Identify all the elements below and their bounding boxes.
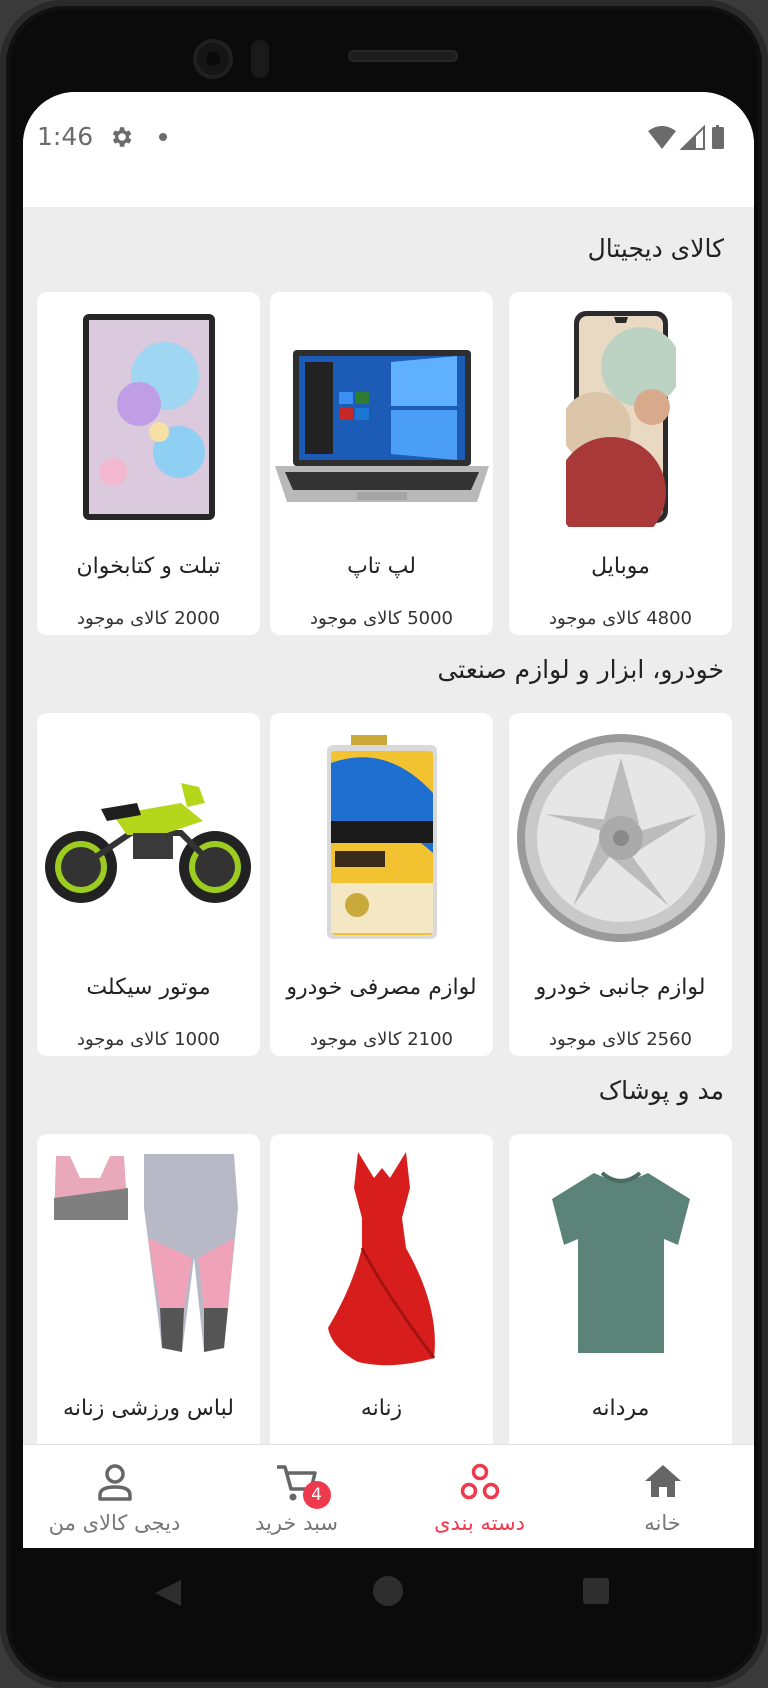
categories-icon (460, 1463, 499, 1500)
category-count: 2100 کالای موجود (309, 1029, 454, 1050)
profile-icon (97, 1464, 132, 1501)
category-card-women-sportswear[interactable]: لباس ورزشی زنانه (37, 1134, 260, 1477)
status-time: 1:46 (37, 122, 94, 151)
category-card-car-consumables[interactable]: لوازم مصرفی خودرو 2100 کالای موجود (270, 713, 493, 1056)
nav-profile-label: دیجی کالای من (48, 1511, 181, 1535)
category-count: 1000 کالای موجود (76, 1029, 221, 1050)
men-tshirt-image (509, 1144, 732, 1374)
nav-cart[interactable]: 4 سبد خرید (205, 1445, 388, 1548)
sportswear-image (37, 1144, 260, 1374)
category-name: لباس ورزشی زنانه (63, 1396, 234, 1421)
wheel-image (509, 723, 732, 953)
category-name: موبایل (591, 554, 650, 579)
home-circle-icon[interactable] (373, 1576, 403, 1606)
mobile-image (509, 302, 732, 532)
category-card-women[interactable]: زنانه (270, 1134, 493, 1477)
category-name: موتور سیکلت (86, 975, 211, 1000)
category-card-mobile[interactable]: موبایل 4800 کالای موجود (509, 292, 732, 635)
category-card-car-accessories[interactable]: لوازم جانبی خودرو 2560 کالای موجود (509, 713, 732, 1056)
category-card-laptop[interactable]: لپ تاپ 5000 کالای موجود (270, 292, 493, 635)
front-camera (193, 39, 233, 79)
app-screen: 1:46 کالای دیجیتال موبایل 4800 کالای موج… (23, 92, 754, 1548)
women-dress-image (270, 1144, 493, 1374)
category-count: 4800 کالای موجود (548, 608, 693, 629)
nav-profile[interactable]: دیجی کالای من (23, 1445, 206, 1548)
category-name: تبلت و کتابخوان (76, 554, 221, 579)
nav-categories[interactable]: دسته بندی (388, 1445, 571, 1548)
category-card-motorcycle[interactable]: موتور سیکلت 1000 کالای موجود (37, 713, 260, 1056)
laptop-image (270, 302, 493, 532)
nav-cart-label: سبد خرید (254, 1511, 339, 1535)
bottom-navigation: خانه دسته بندی 4 سبد خرید دیجی کالای من (23, 1444, 754, 1548)
category-card-tablet[interactable]: تبلت و کتابخوان 2000 کالای موجود (37, 292, 260, 635)
section-title-digital: کالای دیجیتال (587, 234, 724, 263)
category-count: 2560 کالای موجود (548, 1029, 693, 1050)
motor-oil-image (270, 723, 493, 953)
category-name: لوازم مصرفی خودرو (286, 975, 477, 1000)
earpiece-speaker (348, 50, 458, 62)
system-navigation-bar (23, 1548, 754, 1638)
category-name: لپ تاپ (347, 554, 416, 579)
home-icon (644, 1465, 681, 1497)
notification-dot-icon (159, 133, 167, 141)
section-title-automotive: خودرو، ابزار و لوازم صنعتی (437, 655, 724, 684)
battery-icon (712, 125, 724, 149)
signal-icon (679, 124, 705, 150)
phone-frame: 1:46 کالای دیجیتال موبایل 4800 کالای موج… (0, 0, 768, 1688)
wifi-icon (648, 126, 676, 149)
cart-badge: 4 (302, 1481, 331, 1509)
category-count: 2000 کالای موجود (76, 608, 221, 629)
recent-apps-icon[interactable] (583, 1578, 609, 1604)
status-bar: 1:46 (23, 92, 754, 207)
category-count: 5000 کالای موجود (309, 608, 454, 629)
nav-categories-label: دسته بندی (434, 1511, 525, 1535)
back-icon[interactable] (153, 1578, 183, 1608)
tablet-image (37, 302, 260, 532)
category-name: زنانه (360, 1396, 403, 1421)
proximity-sensor (251, 40, 269, 78)
section-title-fashion: مد و پوشاک (598, 1076, 724, 1105)
nav-home[interactable]: خانه (571, 1445, 754, 1548)
category-card-men[interactable]: مردانه (509, 1134, 732, 1477)
status-icons (648, 124, 724, 150)
settings-gear-icon (112, 127, 132, 147)
motorcycle-image (37, 723, 260, 953)
category-name: لوازم جانبی خودرو (535, 975, 706, 1000)
category-name: مردانه (591, 1396, 650, 1421)
nav-home-label: خانه (644, 1511, 681, 1535)
